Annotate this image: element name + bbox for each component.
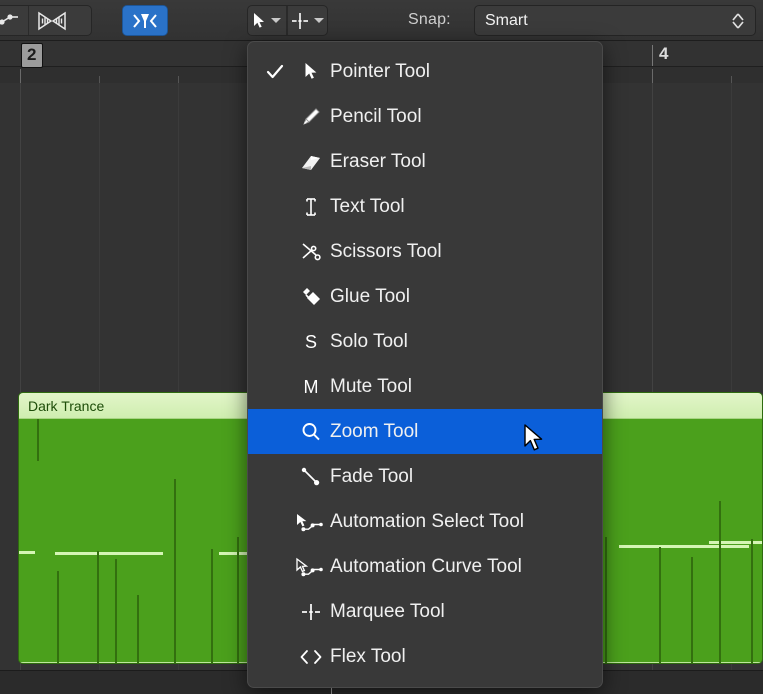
eraser-tool-icon — [292, 152, 330, 172]
region-name: Dark Trance — [28, 397, 105, 414]
marquee-tool-icon — [292, 12, 308, 29]
note-stem — [57, 571, 59, 663]
menu-item-label: Fade Tool — [330, 465, 414, 487]
menu-item-label: Pencil Tool — [330, 105, 422, 127]
toolbar: Snap: Smart — [0, 0, 763, 41]
catch-playhead-button[interactable] — [122, 5, 168, 36]
ruler-beat-tick — [178, 76, 179, 83]
menu-item-pointer-tool[interactable]: Pointer Tool — [248, 49, 602, 94]
note-stem — [691, 557, 693, 663]
ruler-bar-tick — [20, 69, 21, 83]
menu-item-pencil-tool[interactable]: Pencil Tool — [248, 94, 602, 139]
fade-tool-icon — [292, 466, 330, 488]
midi-note — [709, 541, 762, 544]
chevron-down-icon — [314, 18, 324, 23]
automation-icon — [0, 13, 18, 25]
menu-item-label: Pointer Tool — [330, 60, 430, 82]
mute-tool-icon: M — [292, 376, 330, 398]
menu-item-fade-tool[interactable]: Fade Tool — [248, 454, 602, 499]
menu-item-solo-tool[interactable]: S Solo Tool — [248, 319, 602, 364]
menu-item-text-tool[interactable]: Text Tool — [248, 184, 602, 229]
note-stem — [605, 537, 607, 663]
menu-item-label: Solo Tool — [330, 330, 408, 352]
solo-tool-icon: S — [292, 331, 330, 353]
menu-item-label: Mute Tool — [330, 375, 413, 397]
note-stem — [115, 559, 117, 663]
midi-note — [55, 552, 163, 555]
snap-catch-icon — [133, 13, 157, 28]
note-stem — [137, 595, 139, 663]
menu-item-flex-tool[interactable]: Flex Tool — [248, 634, 602, 679]
menu-item-marquee-tool[interactable]: Marquee Tool — [248, 589, 602, 634]
note-stem — [174, 479, 176, 663]
marquee-tool-icon — [292, 601, 330, 623]
note-stem — [719, 501, 721, 663]
menu-item-label: Scissors Tool — [330, 240, 442, 262]
check-icon — [258, 63, 292, 81]
menu-item-label: Glue Tool — [330, 285, 410, 307]
flex-button[interactable] — [29, 6, 75, 35]
note-stem — [237, 537, 239, 663]
chevron-down-icon — [271, 18, 282, 23]
toolbar-left-group — [0, 5, 92, 36]
snap-value: Smart — [485, 11, 528, 29]
pointer-tool-icon — [292, 62, 330, 81]
logic-pro-arrange-window: Snap: Smart 24 Dark Trance Pointer Tool P — [0, 0, 763, 694]
note-stem — [659, 547, 661, 663]
svg-text:S: S — [305, 332, 317, 352]
tool-selector-group — [247, 5, 328, 36]
right-click-tool-button[interactable] — [288, 6, 327, 35]
note-stem — [37, 419, 39, 461]
bar-number[interactable]: 4 — [659, 44, 668, 64]
snap-popup-button[interactable]: Smart — [474, 5, 756, 36]
note-stem — [211, 549, 213, 663]
flex-tool-icon — [292, 646, 330, 668]
menu-item-label: Text Tool — [330, 195, 405, 217]
menu-item-glue-tool[interactable]: Glue Tool — [248, 274, 602, 319]
bar-marker-line — [652, 45, 653, 66]
menu-item-label: Automation Curve Tool — [330, 555, 522, 577]
ruler-beat-tick — [99, 76, 100, 83]
midi-note — [659, 545, 699, 548]
menu-item-scissors-tool[interactable]: Scissors Tool — [248, 229, 602, 274]
automation-button[interactable] — [0, 6, 29, 35]
midi-note — [19, 551, 35, 554]
updown-arrows-icon — [732, 12, 744, 29]
menu-item-label: Eraser Tool — [330, 150, 426, 172]
ruler-beat-tick — [731, 76, 732, 83]
tool-menu[interactable]: Pointer Tool Pencil Tool Eraser Tool Text T… — [247, 41, 603, 688]
menu-item-mute-tool[interactable]: M Mute Tool — [248, 364, 602, 409]
flex-icon — [38, 11, 66, 30]
menu-item-eraser-tool[interactable]: Eraser Tool — [248, 139, 602, 184]
menu-item-zoom-tool[interactable]: Zoom Tool — [248, 409, 602, 454]
zoom-tool-icon — [292, 421, 330, 443]
pencil-tool-icon — [292, 106, 330, 128]
note-stem — [97, 551, 99, 663]
snap-label: Snap: — [408, 11, 451, 28]
pointer-tool-icon — [254, 13, 265, 28]
svg-text:M: M — [304, 377, 319, 397]
bar-number[interactable]: 2 — [21, 43, 44, 68]
menu-item-label: Flex Tool — [330, 645, 406, 667]
ruler-bar-tick — [652, 69, 653, 83]
note-stem — [751, 539, 753, 663]
automation-curve-tool-icon — [292, 556, 330, 578]
left-click-tool-button[interactable] — [248, 6, 288, 35]
menu-item-label: Marquee Tool — [330, 600, 445, 622]
menu-item-label: Automation Select Tool — [330, 510, 524, 532]
menu-item-automation-curve-tool[interactable]: Automation Curve Tool — [248, 544, 602, 589]
glue-tool-icon — [292, 286, 330, 308]
text-tool-icon — [292, 196, 330, 218]
scissors-tool-icon — [292, 241, 330, 263]
menu-item-label: Zoom Tool — [330, 420, 419, 442]
menu-item-automation-select-tool[interactable]: Automation Select Tool — [248, 499, 602, 544]
automation-select-tool-icon — [292, 511, 330, 533]
